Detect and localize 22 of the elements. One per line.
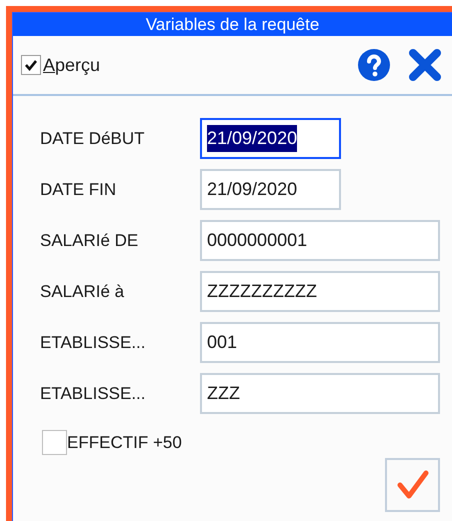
window-title: Variables de la requête: [13, 13, 452, 36]
date-field[interactable]: 21/09/2020: [200, 118, 341, 159]
help-icon[interactable]: [358, 49, 390, 81]
preview-label: Aperçu: [43, 54, 100, 77]
field-label: SALARIé DE: [40, 230, 140, 252]
field-label: DATE FIN: [40, 178, 118, 201]
date-field[interactable]: 21/09/2020: [200, 169, 341, 210]
option-checkbox[interactable]: [42, 430, 67, 456]
field-label: DATE DéBUT: [40, 128, 146, 150]
checkmark-icon: [24, 59, 38, 71]
field-label: ETABLISSE...: [40, 382, 147, 405]
option-label: EFFECTIF +50: [67, 432, 182, 454]
field-label: SALARIé à: [40, 280, 126, 303]
input-field[interactable]: 001: [200, 322, 440, 363]
preview-checkbox[interactable]: [21, 55, 41, 75]
checkmark-icon: [396, 470, 428, 500]
input-field[interactable]: 0000000001: [200, 220, 440, 261]
confirm-button[interactable]: [385, 458, 440, 512]
input-field[interactable]: ZZZZZZZZZZ: [200, 271, 440, 312]
field-label: ETABLISSE...: [40, 332, 147, 354]
close-icon[interactable]: [408, 49, 442, 81]
input-field[interactable]: ZZZ: [200, 373, 440, 414]
